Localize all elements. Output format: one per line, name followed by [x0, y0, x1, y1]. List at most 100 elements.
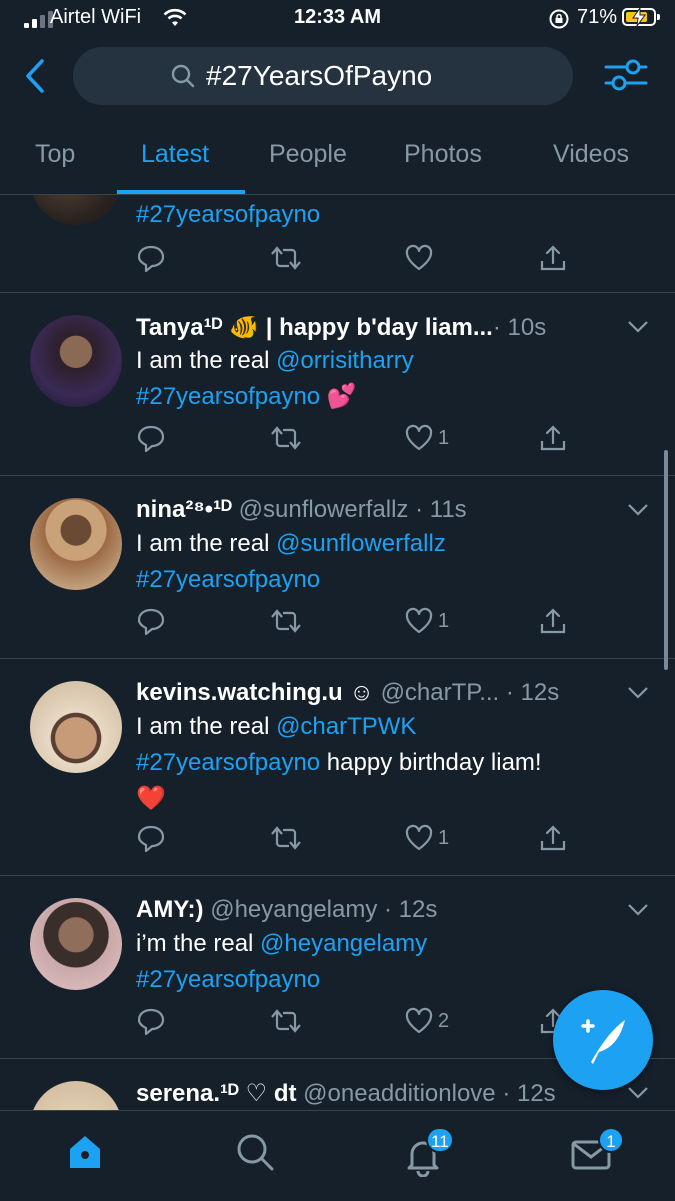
- reply-button[interactable]: [136, 1006, 166, 1036]
- tab-people[interactable]: People: [269, 140, 347, 169]
- retweet-icon: [271, 826, 301, 850]
- retweet-button[interactable]: [270, 606, 302, 636]
- like-button[interactable]: 1: [404, 606, 449, 636]
- like-button[interactable]: [404, 243, 434, 273]
- tweet-time: · 12s: [499, 679, 560, 706]
- tab-top[interactable]: Top: [35, 140, 75, 169]
- display-name[interactable]: AMY:): [136, 896, 204, 923]
- like-count: 1: [438, 609, 450, 632]
- rotation-lock-icon: [549, 9, 569, 29]
- handle[interactable]: @charTP...: [381, 679, 500, 706]
- tweet-header: AMY:) @heyangelamy · 12s: [136, 896, 437, 924]
- mention-link[interactable]: @sunflowerfallz: [276, 530, 446, 557]
- tweet[interactable]: Tanya¹ᴰ 🐠 | happy b'day liam...· 10s I a…: [0, 293, 675, 476]
- retweet-button[interactable]: [270, 243, 302, 273]
- share-icon: [540, 425, 566, 451]
- tweet-text: I am the real @orrisitharry #27yearsofpa…: [136, 347, 414, 410]
- tweet-text: I am the real @charTPWK #27yearsofpayno …: [136, 713, 542, 812]
- battery-percent: 71%: [577, 6, 618, 28]
- avatar[interactable]: [30, 315, 122, 407]
- share-button[interactable]: [538, 243, 568, 273]
- avatar[interactable]: [30, 898, 122, 990]
- status-bar: Airtel WiFi 12:33 AM 71%: [0, 0, 675, 38]
- retweet-button[interactable]: [270, 1006, 302, 1036]
- retweet-button[interactable]: [270, 423, 302, 453]
- share-button[interactable]: [538, 823, 568, 853]
- avatar[interactable]: [30, 681, 122, 773]
- tweet-text: i’m the real @heyangelamy #27yearsofpayn…: [136, 930, 428, 993]
- tweet[interactable]: nina²⁸•¹ᴰ @sunflowerfallz · 11s I am the…: [0, 476, 675, 659]
- tweet-header: Tanya¹ᴰ 🐠 | happy b'day liam...· 10s: [136, 313, 546, 342]
- tweet-text: #27yearsofpayno: [136, 197, 636, 233]
- search-field[interactable]: [73, 47, 573, 105]
- search-header: [0, 45, 675, 107]
- tweet[interactable]: #27yearsofpayno: [0, 195, 675, 293]
- display-name[interactable]: serena.¹ᴰ ♡ dt: [136, 1080, 296, 1107]
- scrollbar[interactable]: [664, 450, 668, 670]
- hashtag-link[interactable]: #27yearsofpayno: [136, 566, 320, 593]
- chevron-down-icon[interactable]: [626, 319, 650, 335]
- handle[interactable]: @oneadditionlove: [303, 1080, 496, 1107]
- search-input[interactable]: [206, 60, 476, 92]
- hashtag-link[interactable]: #27yearsofpayno: [136, 749, 320, 776]
- share-icon: [540, 608, 566, 634]
- share-button[interactable]: [538, 423, 568, 453]
- display-name[interactable]: kevins.watching.u ☺: [136, 679, 374, 706]
- share-button[interactable]: [538, 606, 568, 636]
- like-button[interactable]: 1: [404, 823, 449, 853]
- reply-icon: [137, 1008, 165, 1036]
- reply-button[interactable]: [136, 823, 166, 853]
- avatar[interactable]: [30, 195, 122, 225]
- tweet-time: · 10s: [492, 314, 547, 341]
- search-icon[interactable]: [234, 1131, 276, 1173]
- messages-badge: 1: [598, 1127, 624, 1153]
- hashtag-link[interactable]: #27yearsofpayno: [136, 201, 320, 228]
- tweet-actions: 1: [136, 823, 586, 863]
- reply-button[interactable]: [136, 606, 166, 636]
- clock: 12:33 AM: [293, 6, 382, 28]
- tweet-time: · 12s: [495, 1080, 556, 1107]
- like-button[interactable]: 1: [404, 423, 449, 453]
- tweet[interactable]: kevins.watching.u ☺ @charTP... · 12s I a…: [0, 659, 675, 876]
- home-icon[interactable]: [64, 1131, 106, 1173]
- handle[interactable]: @heyangelamy: [210, 896, 377, 923]
- avatar[interactable]: [30, 498, 122, 590]
- handle[interactable]: @sunflowerfallz: [239, 496, 409, 523]
- display-name[interactable]: nina²⁸•¹ᴰ: [136, 496, 232, 523]
- like-count: 1: [438, 826, 450, 849]
- avatar[interactable]: [30, 1081, 122, 1110]
- mention-link[interactable]: @charTPWK: [276, 713, 416, 740]
- chevron-down-icon[interactable]: [626, 502, 650, 518]
- retweet-button[interactable]: [270, 823, 302, 853]
- tab-latest[interactable]: Latest: [141, 140, 209, 169]
- display-name[interactable]: Tanya¹ᴰ 🐠 | happy b'day liam...: [136, 314, 493, 341]
- hashtag-link[interactable]: #27yearsofpayno: [136, 383, 320, 410]
- chevron-down-icon[interactable]: [626, 685, 650, 701]
- reply-icon: [137, 245, 165, 273]
- battery-icon: [622, 8, 660, 26]
- tweet-header: serena.¹ᴰ ♡ dt @oneadditionlove · 12s: [136, 1079, 556, 1108]
- filter-settings-icon[interactable]: [604, 55, 648, 95]
- compose-feather-icon: [581, 1019, 625, 1064]
- retweet-icon: [271, 1009, 301, 1033]
- reply-icon: [137, 608, 165, 636]
- retweet-icon: [271, 609, 301, 633]
- hashtag-link[interactable]: #27yearsofpayno: [136, 966, 320, 993]
- back-arrow-icon[interactable]: [22, 57, 48, 95]
- tweet-feed[interactable]: #27yearsofpayno Tanya¹ᴰ 🐠 | happy b'day …: [0, 195, 675, 1110]
- notifications-badge: 11: [426, 1127, 454, 1153]
- tweet-header: kevins.watching.u ☺ @charTP... · 12s: [136, 679, 559, 707]
- tab-videos[interactable]: Videos: [553, 140, 629, 169]
- like-count: 2: [438, 1009, 450, 1032]
- mention-link[interactable]: @heyangelamy: [260, 930, 427, 957]
- mention-link[interactable]: @orrisitharry: [276, 347, 414, 374]
- chevron-down-icon[interactable]: [626, 902, 650, 918]
- bottom-nav: 11 1: [0, 1110, 675, 1201]
- tweet-time: · 12s: [377, 896, 438, 923]
- active-tab-indicator: [117, 190, 245, 194]
- reply-button[interactable]: [136, 423, 166, 453]
- reply-button[interactable]: [136, 243, 166, 273]
- compose-tweet-button[interactable]: [553, 990, 653, 1090]
- tab-photos[interactable]: Photos: [404, 140, 482, 169]
- like-button[interactable]: 2: [404, 1006, 449, 1036]
